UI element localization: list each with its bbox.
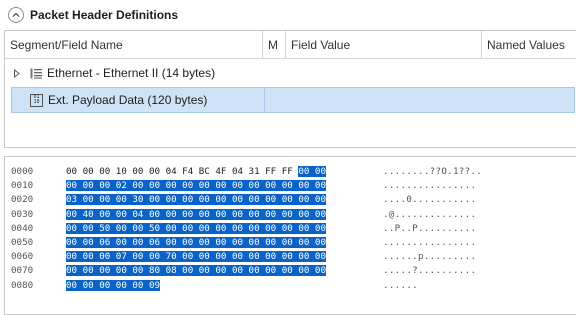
hex-bytes[interactable]: 00 00 00 07 00 00 70 00 00 00 00 00 00 0… xyxy=(66,250,326,263)
grid-header: Segment/Field Name M Field Value Named V… xyxy=(5,31,576,59)
binary-icon-bottom: 10 xyxy=(33,99,40,105)
triangle-right-icon[interactable] xyxy=(11,68,23,78)
hex-offset: 0040 xyxy=(11,222,34,234)
hex-bytes[interactable]: 00 00 50 00 00 50 00 00 00 00 00 00 00 0… xyxy=(66,222,326,235)
hex-ascii: .@.............. xyxy=(383,208,477,220)
hex-ascii: ................ xyxy=(383,237,477,248)
hex-ascii: ........??O.1??.. xyxy=(383,166,483,177)
column-header-named-values[interactable]: Named Values xyxy=(482,31,576,58)
chevron-up-icon[interactable] xyxy=(8,7,24,23)
hex-offset: 0000 xyxy=(11,166,34,177)
hex-line[interactable]: 0000 00 00 00 10 00 00 04 F4 BC 4F 04 31 … xyxy=(5,165,576,178)
tree-row-label: Ext. Payload Data (120 bytes) xyxy=(48,93,208,107)
hex-offset: 0060 xyxy=(11,251,34,263)
hex-offset: 0020 xyxy=(11,194,34,206)
hex-bytes-selected[interactable]: 03 00 00 00 30 00 00 00 00 00 00 00 00 0… xyxy=(66,194,326,206)
hex-offset: 0050 xyxy=(11,237,34,248)
hex-line[interactable]: 0040 00 00 50 00 00 50 00 00 00 00 00 00 … xyxy=(5,222,576,235)
hex-dump-panel[interactable]: 0000 00 00 00 10 00 00 04 F4 BC 4F 04 31 … xyxy=(4,156,576,315)
hex-bytes-selected[interactable]: 00 00 00 00 00 80 08 00 00 00 00 00 00 0… xyxy=(66,265,326,277)
hex-bytes-selected[interactable]: 00 00 50 00 00 50 00 00 00 00 00 00 00 0… xyxy=(66,222,326,234)
hex-bytes[interactable]: 00 00 00 00 00 09 xyxy=(66,279,161,292)
column-header-m[interactable]: M xyxy=(263,31,286,58)
hex-line[interactable]: 0010 00 00 00 02 00 00 00 00 00 00 00 00 … xyxy=(5,179,576,192)
hex-bytes[interactable]: 00 00 00 10 00 00 04 F4 BC 4F 04 31 FF F… xyxy=(66,165,326,178)
hex-offset: 0010 xyxy=(11,180,34,192)
hex-bytes[interactable]: 00 00 00 02 00 00 00 00 00 00 00 00 00 0… xyxy=(66,179,326,192)
list-icon xyxy=(29,66,43,80)
binary-icon: 01 10 xyxy=(30,93,43,107)
tree-row-label: Ethernet - Ethernet II (14 bytes) xyxy=(47,66,216,80)
hex-ascii: ......p......... xyxy=(383,251,477,263)
tree-row-ethernet[interactable]: Ethernet - Ethernet II (14 bytes) xyxy=(5,59,576,87)
column-header-segment-field-name[interactable]: Segment/Field Name xyxy=(5,31,263,58)
column-header-field-value[interactable]: Field Value xyxy=(286,31,482,58)
hex-bytes[interactable]: 00 00 06 00 00 06 00 00 00 00 00 00 00 0… xyxy=(66,236,326,249)
hex-offset: 0030 xyxy=(11,208,34,220)
hex-ascii: .....?.......... xyxy=(383,265,477,277)
hex-bytes-plain[interactable]: 00 00 00 10 00 00 04 F4 BC 4F 04 31 FF F… xyxy=(66,166,298,177)
hex-bytes-selected[interactable]: 00 00 00 00 00 09 xyxy=(66,279,161,291)
payload-name-cell: 01 10 Ext. Payload Data (120 bytes) xyxy=(12,88,265,112)
hex-bytes-selected[interactable]: 00 00 06 00 00 06 00 00 00 00 00 00 00 0… xyxy=(66,237,326,248)
hex-ascii: ..P..P.......... xyxy=(383,222,477,234)
hex-line[interactable]: 0070 00 00 00 00 00 80 08 00 00 00 00 00 … xyxy=(5,264,576,277)
section-header: Packet Header Definitions xyxy=(0,0,576,30)
hex-line[interactable]: 0080 00 00 00 00 00 09...... xyxy=(5,279,576,292)
hex-ascii: ................ xyxy=(383,180,477,192)
hex-line[interactable]: 0030 00 40 00 00 04 00 00 00 00 00 00 00 … xyxy=(5,208,576,221)
hex-line[interactable]: 0020 03 00 00 00 30 00 00 00 00 00 00 00 … xyxy=(5,193,576,206)
hex-line[interactable]: 0050 00 00 06 00 00 06 00 00 00 00 00 00 … xyxy=(5,236,576,249)
hex-bytes-selected[interactable]: 00 00 xyxy=(298,166,326,177)
packet-header-grid: Segment/Field Name M Field Value Named V… xyxy=(4,30,576,148)
hex-offset: 0070 xyxy=(11,265,34,277)
hex-bytes-selected[interactable]: 00 00 00 02 00 00 00 00 00 00 00 00 00 0… xyxy=(66,180,326,192)
hex-bytes[interactable]: 00 00 00 00 00 80 08 00 00 00 00 00 00 0… xyxy=(66,264,326,277)
hex-bytes[interactable]: 00 40 00 00 04 00 00 00 00 00 00 00 00 0… xyxy=(66,208,326,221)
hex-ascii: ...... xyxy=(383,279,418,291)
hex-ascii: ....0........... xyxy=(383,194,477,206)
tree-row-payload[interactable]: 01 10 Ext. Payload Data (120 bytes) xyxy=(11,87,575,113)
hex-line[interactable]: 0060 00 00 00 07 00 00 70 00 00 00 00 00 … xyxy=(5,250,576,263)
section-title: Packet Header Definitions xyxy=(30,8,179,22)
hex-bytes-selected[interactable]: 00 40 00 00 04 00 00 00 00 00 00 00 00 0… xyxy=(66,208,326,220)
hex-bytes-selected[interactable]: 00 00 00 07 00 00 70 00 00 00 00 00 00 0… xyxy=(66,251,326,263)
hex-bytes[interactable]: 03 00 00 00 30 00 00 00 00 00 00 00 00 0… xyxy=(66,193,326,206)
hex-offset: 0080 xyxy=(11,279,34,291)
